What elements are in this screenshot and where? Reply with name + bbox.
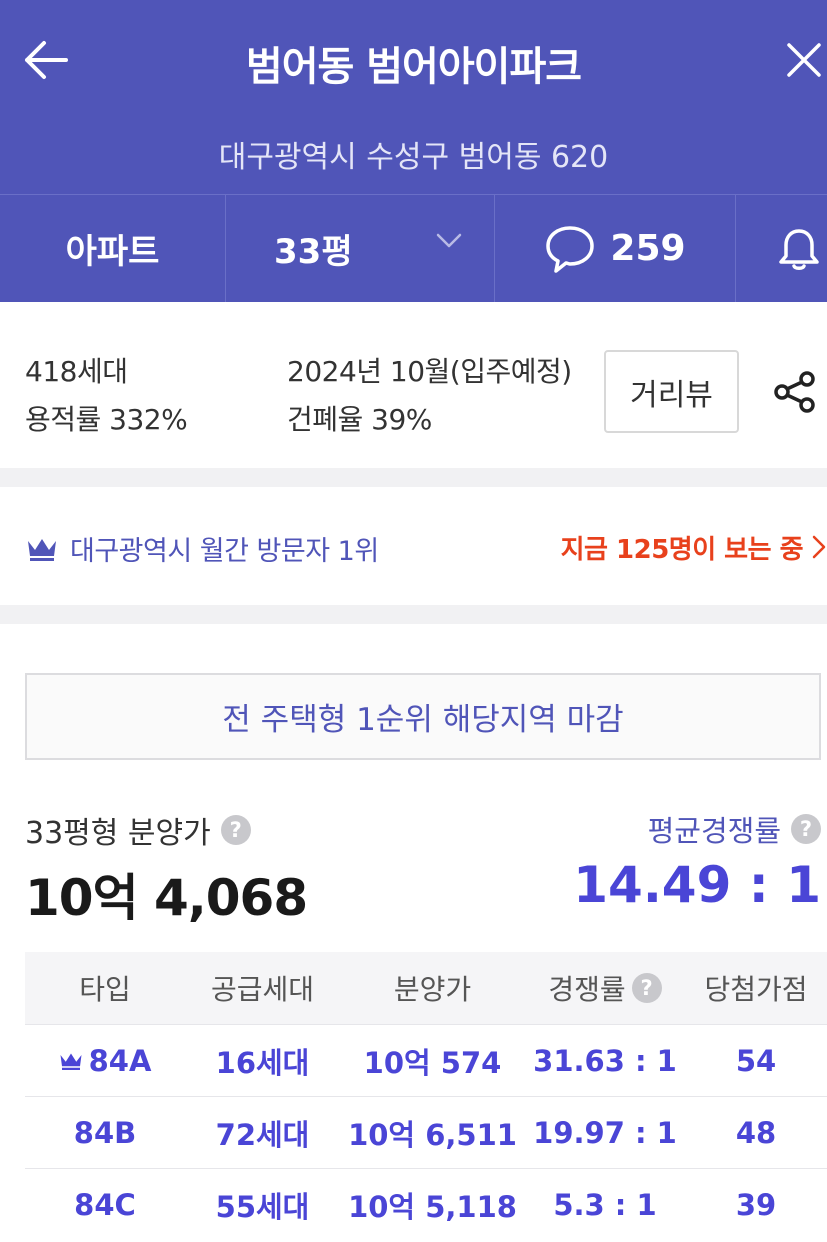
type-value: 84A bbox=[88, 1043, 152, 1078]
column-header-price: 분양가 bbox=[393, 973, 472, 1006]
column-header-competition: 경쟁률 ? bbox=[525, 968, 685, 1008]
live-viewers-link[interactable]: 지금 125명이 보는 중 bbox=[561, 525, 827, 569]
app-header: 범어동 범어아이파크 대구광역시 수성구 범어동 620 아파트 33평 259 bbox=[0, 0, 827, 302]
column-header-competition-text: 경쟁률 bbox=[548, 973, 626, 1006]
supply-cell: 72세대 bbox=[215, 1117, 310, 1152]
live-viewers-text: 지금 125명이 보는 중 bbox=[560, 534, 804, 565]
avg-competition-label: 평균경쟁률 ? bbox=[648, 808, 821, 850]
floor-area-ratio-text: 용적률 332% bbox=[25, 403, 188, 436]
size-dropdown-label: 33평 bbox=[274, 232, 353, 272]
chevron-right-icon bbox=[812, 535, 826, 559]
sale-info-section: 전 주택형 1순위 해당지역 마감 33평형 분양가 ? 10억 4,068 평… bbox=[0, 624, 827, 1242]
help-icon[interactable]: ? bbox=[791, 814, 821, 844]
table-row[interactable]: 84A 16세대 10억 574 31.63 : 1 54 bbox=[25, 1024, 827, 1096]
unit-type-table: 타입 공급세대 분양가 경쟁률 ? 당첨가점 84A 16세대 10억 574 … bbox=[25, 952, 827, 1240]
section-divider bbox=[0, 605, 827, 624]
tab-property-type[interactable]: 아파트 bbox=[0, 195, 225, 302]
visitor-rank-text: 대구광역시 월간 방문자 1위 bbox=[70, 536, 379, 567]
comments-button[interactable]: 259 bbox=[495, 195, 735, 302]
type-cell: 84A bbox=[25, 1044, 185, 1078]
help-icon[interactable]: ? bbox=[220, 815, 251, 845]
competition-cell: 19.97 : 1 bbox=[533, 1115, 677, 1150]
column-header-supply: 공급세대 bbox=[210, 973, 315, 1006]
supply-cell: 55세대 bbox=[215, 1189, 310, 1224]
avg-competition-label-text: 평균경쟁률 bbox=[647, 814, 781, 848]
subscription-notice: 전 주택형 1순위 해당지역 마감 bbox=[25, 673, 821, 760]
size-dropdown[interactable]: 33평 bbox=[226, 195, 494, 302]
visitor-rank: 대구광역시 월간 방문자 1위 bbox=[26, 529, 379, 568]
arrow-left-icon bbox=[25, 41, 68, 79]
winning-score-cell: 48 bbox=[735, 1115, 777, 1150]
help-icon[interactable]: ? bbox=[631, 973, 662, 1003]
share-button[interactable] bbox=[770, 362, 820, 422]
crown-icon bbox=[60, 1053, 82, 1070]
competition-cell: 31.63 : 1 bbox=[533, 1043, 677, 1078]
notification-button[interactable] bbox=[736, 195, 827, 302]
column-header-type: 타입 bbox=[79, 973, 131, 1006]
type-cell: 84C bbox=[74, 1187, 136, 1222]
close-icon bbox=[786, 43, 821, 77]
winning-score-cell: 39 bbox=[735, 1187, 777, 1222]
winning-score-cell: 54 bbox=[735, 1043, 777, 1078]
households-text: 418세대 bbox=[25, 355, 128, 388]
avg-competition-value: 14.49 : 1 bbox=[573, 856, 821, 914]
address-text: 대구광역시 수성구 범어동 620 bbox=[218, 140, 609, 175]
price-cell: 10억 5,118 bbox=[348, 1189, 517, 1224]
price-cell: 10억 6,511 bbox=[348, 1117, 517, 1152]
table-row[interactable]: 84C 55세대 10억 5,118 5.3 : 1 39 bbox=[25, 1168, 827, 1240]
back-button[interactable] bbox=[18, 36, 72, 84]
tab-property-type-label: 아파트 bbox=[65, 232, 160, 272]
sale-price-label-text: 33평형 분양가 bbox=[25, 816, 211, 851]
price-cell: 10억 574 bbox=[363, 1045, 502, 1080]
section-divider bbox=[0, 468, 827, 487]
speech-bubble-icon bbox=[546, 225, 595, 273]
comment-count: 259 bbox=[610, 228, 686, 269]
sale-price-label: 33평형 분양가 ? bbox=[25, 808, 251, 852]
share-icon bbox=[774, 371, 815, 413]
chevron-down-icon bbox=[436, 233, 462, 248]
crown-icon bbox=[28, 538, 56, 561]
type-cell: 84B bbox=[73, 1115, 137, 1150]
column-header-winning-score: 당첨가점 bbox=[704, 973, 808, 1006]
street-view-button[interactable]: 거리뷰 bbox=[604, 350, 739, 433]
table-row[interactable]: 84B 72세대 10억 6,511 19.97 : 1 48 bbox=[25, 1096, 827, 1168]
sale-price-value: 10억 4,068 bbox=[25, 869, 308, 927]
bell-icon bbox=[779, 228, 819, 270]
header-tabs: 아파트 33평 259 bbox=[0, 195, 827, 302]
page-title: 범어동 범어아이파크 bbox=[245, 44, 582, 90]
complex-summary: 418세대 용적률 332% 2024년 10월(입주예정) 건폐율 39% 거… bbox=[0, 302, 827, 468]
close-button[interactable] bbox=[780, 36, 827, 84]
table-header: 타입 공급세대 분양가 경쟁률 ? 당첨가점 bbox=[25, 952, 827, 1024]
move-in-date-text: 2024년 10월(입주예정) bbox=[287, 355, 572, 388]
competition-cell: 5.3 : 1 bbox=[553, 1187, 657, 1222]
building-coverage-text: 건폐율 39% bbox=[287, 403, 432, 436]
ranking-banner: 대구광역시 월간 방문자 1위 지금 125명이 보는 중 bbox=[0, 487, 827, 605]
supply-cell: 16세대 bbox=[215, 1045, 310, 1080]
